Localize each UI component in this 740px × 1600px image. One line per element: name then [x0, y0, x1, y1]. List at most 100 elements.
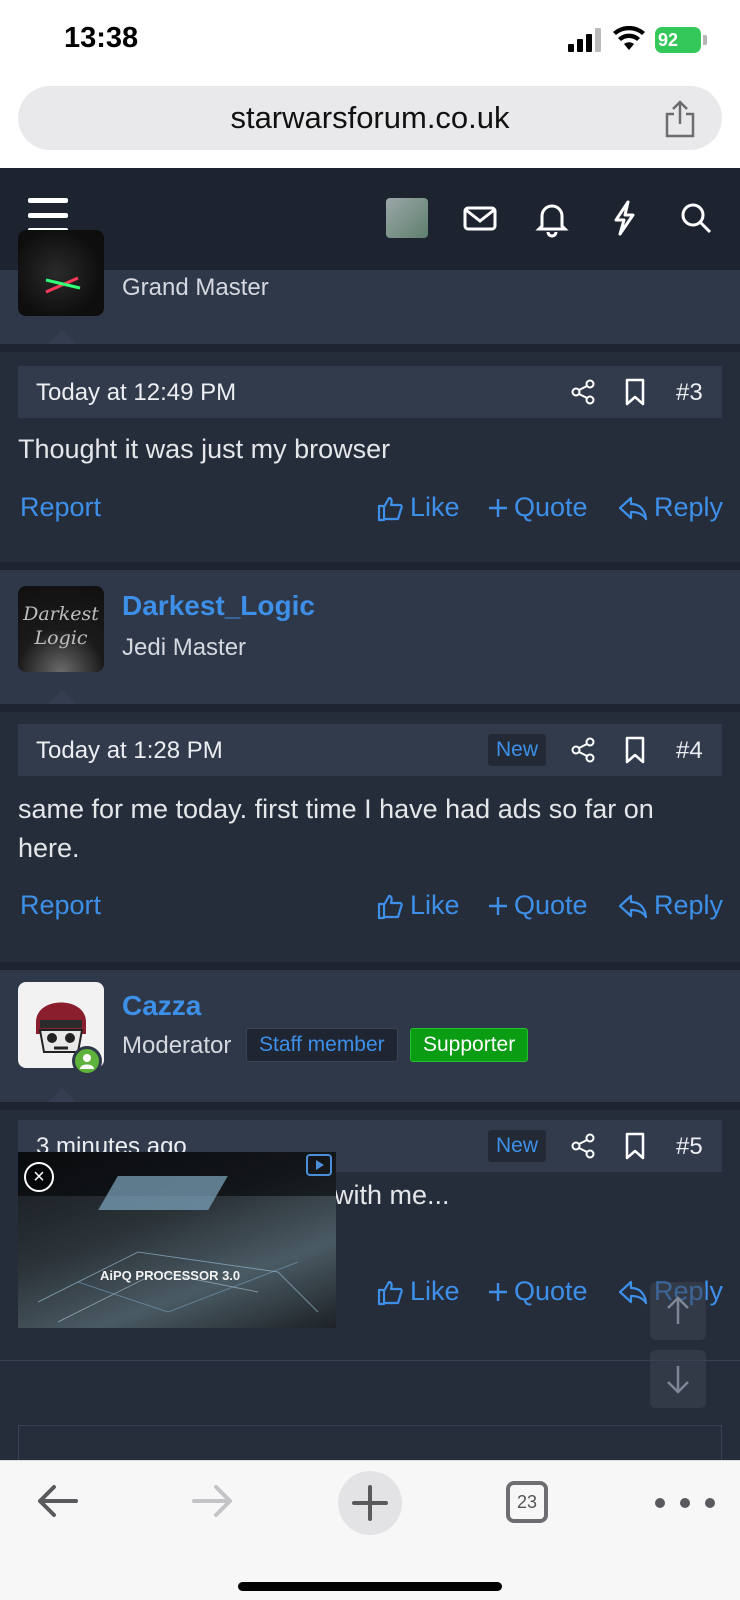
status-bar: 13:38 92: [0, 0, 740, 82]
quote-button[interactable]: Quote: [488, 890, 588, 921]
divider: [0, 344, 740, 352]
ad-text: AiPQ PROCESSOR 3.0: [100, 1268, 241, 1283]
arrow-up-icon: [667, 1296, 689, 1324]
quote-button[interactable]: Quote: [488, 1276, 588, 1307]
post-body: Today at 12:49 PM #3 Thought it was just…: [0, 352, 740, 562]
post-actions: Report Like Quote Reply: [0, 890, 740, 930]
quote-label: Quote: [514, 1276, 588, 1306]
post-pointer: [48, 690, 76, 704]
share-icon[interactable]: [570, 1133, 596, 1159]
like-label: Like: [410, 1276, 460, 1306]
post-user-row: Cazza Moderator Staff member Supporter: [0, 970, 740, 1102]
inbox-icon[interactable]: [460, 198, 500, 238]
bookmark-icon[interactable]: [624, 736, 646, 764]
post-body: Today at 1:28 PM New #4 same for me toda…: [0, 712, 740, 962]
user-title: Jedi Master: [122, 634, 247, 661]
quote-label: Quote: [514, 492, 588, 522]
post-user-row: Grand Master: [0, 230, 740, 344]
share-icon[interactable]: [570, 379, 596, 405]
post-meta: Today at 1:28 PM New #4: [18, 724, 722, 776]
browser-bottom-bar: 23: [0, 1460, 740, 1600]
post-message: same for me today. first time I have had…: [18, 794, 654, 863]
menu-icon[interactable]: [28, 198, 68, 234]
like-label: Like: [410, 890, 460, 920]
avatar-text: Darkest: [23, 603, 99, 625]
post-message: with me...: [334, 1180, 450, 1210]
quote-label: Quote: [514, 890, 588, 920]
username[interactable]: Cazza: [122, 990, 201, 1022]
account-avatar[interactable]: [386, 198, 428, 238]
avatar[interactable]: Darkest Logic: [18, 586, 104, 672]
supporter-badge: Supporter: [410, 1028, 529, 1062]
lightsaber-icon: [45, 276, 81, 294]
plus-icon: [489, 1282, 507, 1301]
browser-toolbar: starwarsforum.co.uk: [0, 82, 740, 168]
tabs-button[interactable]: 23: [506, 1481, 548, 1523]
user-title: Grand Master: [122, 274, 269, 301]
report-link[interactable]: Report: [20, 890, 101, 921]
staff-member-badge: Staff member: [246, 1028, 398, 1062]
username[interactable]: Darkest_Logic: [122, 590, 315, 622]
address-bar[interactable]: starwarsforum.co.uk: [18, 86, 722, 150]
lightning-icon[interactable]: [604, 198, 644, 238]
bookmark-icon[interactable]: [624, 378, 646, 406]
ad-play-icon[interactable]: [306, 1154, 332, 1176]
like-button[interactable]: Like: [376, 1276, 460, 1307]
back-arrow-icon[interactable]: [34, 1481, 80, 1521]
post-number[interactable]: #4: [676, 737, 703, 765]
reply-button[interactable]: Reply: [618, 890, 723, 921]
quote-button[interactable]: Quote: [488, 492, 588, 523]
home-indicator: [238, 1582, 502, 1591]
new-badge: New: [488, 1130, 547, 1162]
divider: [0, 1360, 740, 1361]
forward-arrow-icon[interactable]: [190, 1481, 236, 1521]
avatar[interactable]: [18, 230, 104, 316]
post-number[interactable]: #3: [676, 379, 703, 407]
cellular-signal-icon: [568, 28, 601, 52]
like-button[interactable]: Like: [376, 890, 460, 921]
wifi-icon: [613, 26, 645, 50]
reply-icon: [618, 496, 648, 520]
like-label: Like: [410, 492, 460, 522]
divider: [0, 562, 740, 570]
post-pointer: [48, 330, 76, 344]
scroll-top-button[interactable]: [650, 1282, 706, 1340]
reply-label: Reply: [654, 890, 724, 920]
divider: [0, 1102, 740, 1110]
new-badge: New: [488, 734, 547, 766]
bell-icon[interactable]: [532, 198, 572, 238]
post-date[interactable]: Today at 12:49 PM: [36, 379, 236, 407]
new-tab-button[interactable]: [338, 1471, 402, 1535]
status-time: 13:38: [64, 22, 139, 54]
search-icon[interactable]: [676, 198, 716, 238]
ad-graphic: [98, 1176, 228, 1210]
reply-button[interactable]: Reply: [618, 492, 723, 523]
close-icon[interactable]: ×: [24, 1162, 54, 1192]
plus-icon: [489, 498, 507, 517]
share-icon[interactable]: [663, 100, 697, 138]
user-title: Moderator: [122, 1032, 232, 1059]
more-icon[interactable]: [650, 1497, 720, 1509]
divider: [0, 962, 740, 970]
post-message: Thought it was just my browser: [18, 434, 391, 464]
reply-icon: [618, 1280, 648, 1304]
report-link[interactable]: Report: [20, 492, 101, 523]
post-number[interactable]: #5: [676, 1133, 703, 1161]
like-button[interactable]: Like: [376, 492, 460, 523]
site-header: [0, 168, 740, 270]
video-ad[interactable]: AiPQ PROCESSOR 3.0 ×: [18, 1152, 336, 1328]
url-text[interactable]: starwarsforum.co.uk: [18, 100, 722, 136]
post-user-row: Darkest Logic Darkest_Logic Jedi Master: [0, 570, 740, 704]
scroll-bottom-button[interactable]: [650, 1350, 706, 1408]
divider: [0, 704, 740, 712]
post-date[interactable]: Today at 1:28 PM: [36, 737, 223, 765]
bookmark-icon[interactable]: [624, 1132, 646, 1160]
plus-icon: [352, 1485, 388, 1521]
post-actions: Report Like Quote Reply: [0, 492, 740, 532]
thumbs-up-icon: [377, 894, 403, 919]
plus-icon: [489, 896, 507, 915]
post-meta: Today at 12:49 PM #3: [18, 366, 722, 418]
share-icon[interactable]: [570, 737, 596, 763]
reply-editor-toolbar[interactable]: [18, 1425, 722, 1465]
arrow-down-icon: [667, 1366, 689, 1394]
